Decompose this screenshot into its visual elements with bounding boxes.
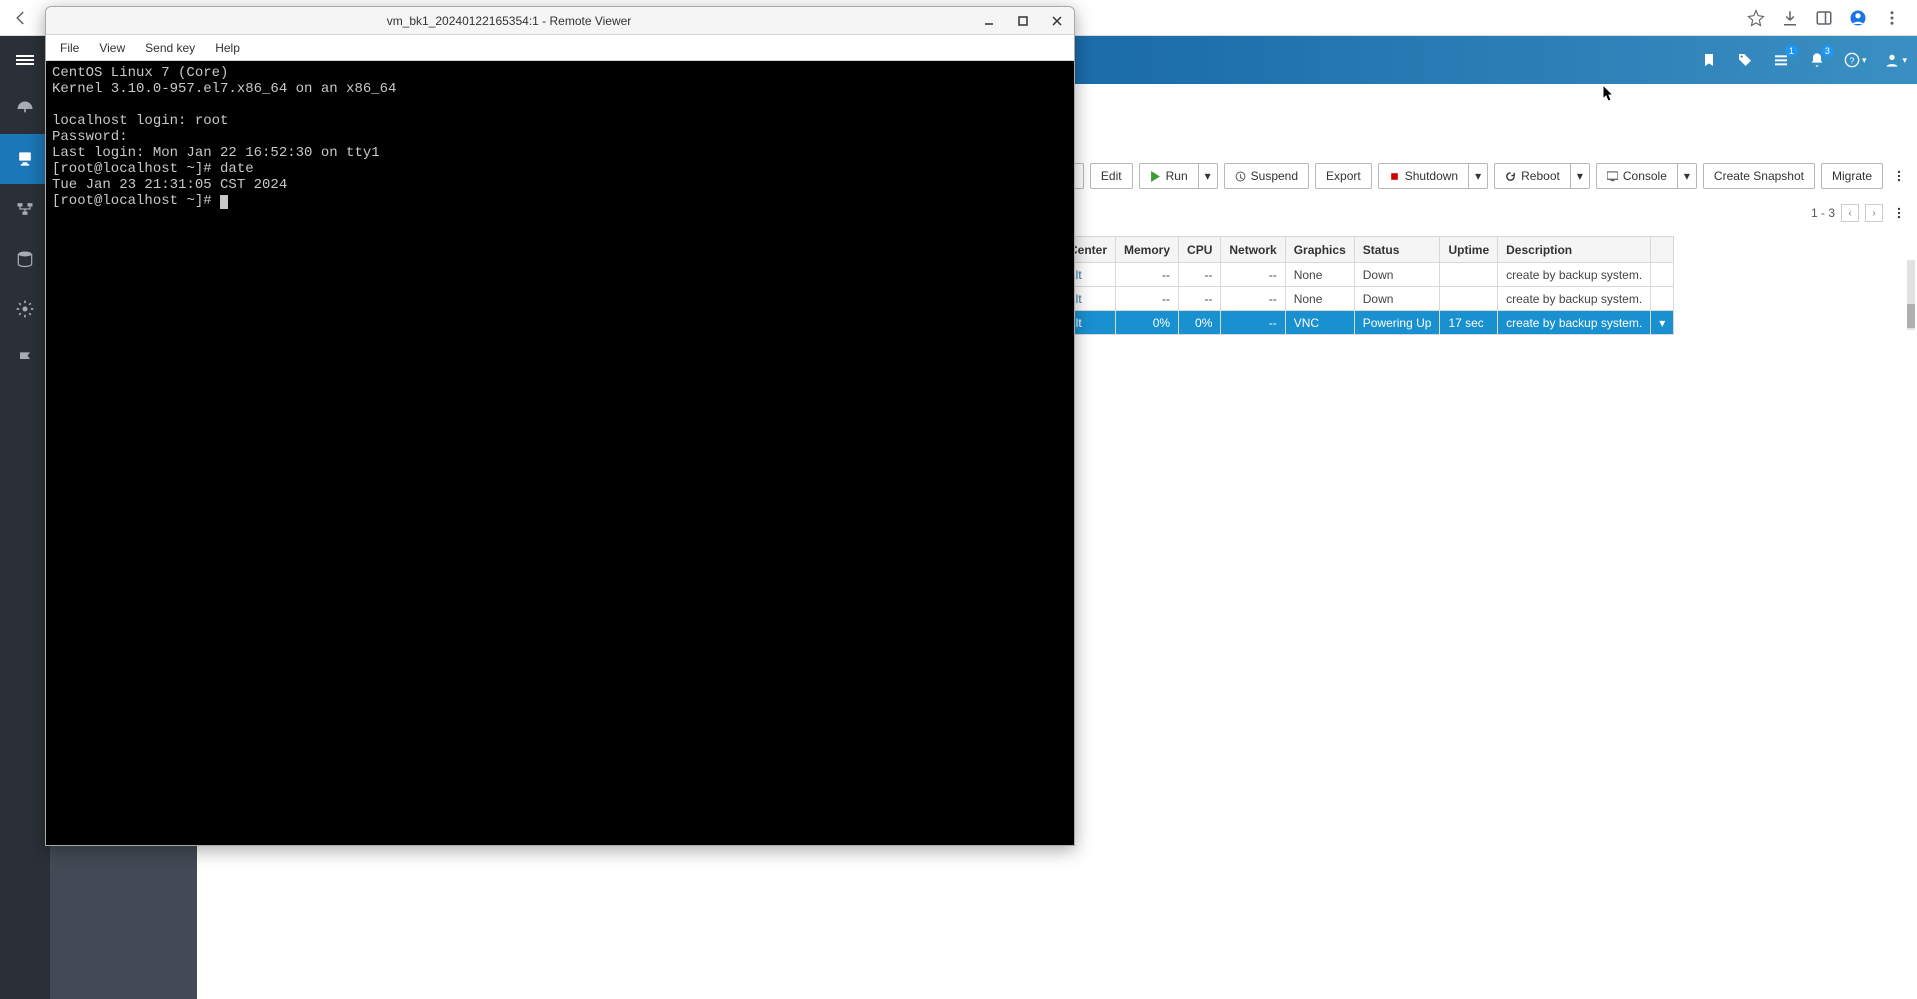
cell-description: create by backup system.: [1498, 287, 1651, 311]
window-titlebar[interactable]: vm_bk1_20240122165354:1 - Remote Viewer: [46, 7, 1074, 35]
table-vertical-scrollbar[interactable]: [1907, 260, 1915, 330]
menu-view[interactable]: View: [91, 38, 133, 58]
console-terminal[interactable]: CentOS Linux 7 (Core) Kernel 3.10.0-957.…: [46, 61, 1074, 845]
window-menu-bar: File View Send key Help: [46, 35, 1074, 61]
cell-description: create by backup system.: [1498, 311, 1651, 335]
cell-memory: --: [1116, 287, 1179, 311]
reboot-dropdown[interactable]: ▾: [1571, 163, 1590, 189]
bookmark-star-icon[interactable]: [1745, 7, 1767, 29]
migrate-button[interactable]: Migrate: [1821, 163, 1883, 189]
hamburger-menu-button[interactable]: [0, 36, 50, 84]
col-cpu[interactable]: CPU: [1179, 237, 1221, 263]
table-row[interactable]: ult0%0%--VNCPowering Up17 seccreate by b…: [1061, 311, 1674, 335]
cell-uptime: 17 sec: [1440, 311, 1498, 335]
edit-button[interactable]: Edit: [1090, 163, 1133, 189]
col-memory[interactable]: Memory: [1116, 237, 1179, 263]
console-button[interactable]: Console: [1596, 163, 1678, 189]
vm-toolbar: w Edit Run ▾ Suspend Export Shutdown ▾ R…: [1053, 158, 1909, 194]
table-row[interactable]: ult------NoneDowncreate by backup system…: [1061, 263, 1674, 287]
admin-gear-icon[interactable]: [0, 284, 50, 334]
window-maximize-button[interactable]: [1006, 8, 1040, 34]
run-button[interactable]: Run: [1139, 163, 1199, 189]
tag-icon[interactable]: [1736, 51, 1754, 69]
cell-memory: 0%: [1116, 311, 1179, 335]
shutdown-dropdown[interactable]: ▾: [1469, 163, 1488, 189]
notifications-badge: 3: [1821, 45, 1834, 57]
create-snapshot-button[interactable]: Create Snapshot: [1703, 163, 1815, 189]
table-row[interactable]: ult------NoneDowncreate by backup system…: [1061, 287, 1674, 311]
help-icon[interactable]: ?▾: [1844, 51, 1867, 69]
console-dropdown[interactable]: ▾: [1678, 163, 1697, 189]
notifications-bell-icon[interactable]: 3: [1808, 51, 1826, 69]
cell-network: --: [1221, 263, 1285, 287]
cell-cpu: --: [1179, 263, 1221, 287]
window-title: vm_bk1_20240122165354:1 - Remote Viewer: [46, 14, 972, 28]
user-menu-icon[interactable]: ▾: [1884, 51, 1907, 69]
bookmark-icon[interactable]: [1700, 51, 1718, 69]
menu-send-key[interactable]: Send key: [137, 38, 203, 58]
cell-graphics: None: [1285, 263, 1354, 287]
row-dropdown-icon[interactable]: ▾: [1651, 311, 1674, 335]
pager: 1 - 3 ‹ ›: [1811, 200, 1909, 226]
col-status[interactable]: Status: [1354, 237, 1440, 263]
ovirt-sidebar: [0, 36, 50, 999]
svg-text:?: ?: [1850, 55, 1855, 65]
suspend-button[interactable]: Suspend: [1224, 163, 1309, 189]
export-button[interactable]: Export: [1315, 163, 1372, 189]
table-header-row: Center Memory CPU Network Graphics Statu…: [1061, 237, 1674, 263]
reboot-button[interactable]: Reboot: [1494, 163, 1571, 189]
pager-prev-button[interactable]: ‹: [1841, 204, 1859, 222]
compute-icon[interactable]: [0, 134, 50, 184]
row-dropdown-icon[interactable]: [1651, 263, 1674, 287]
col-network[interactable]: Network: [1221, 237, 1285, 263]
menu-file[interactable]: File: [52, 38, 87, 58]
toolbar-more-icon[interactable]: [1889, 163, 1909, 189]
col-description[interactable]: Description: [1498, 237, 1651, 263]
vm-table: Center Memory CPU Network Graphics Statu…: [1060, 236, 1674, 335]
cell-status: Down: [1354, 287, 1440, 311]
window-minimize-button[interactable]: [972, 8, 1006, 34]
more-icon[interactable]: [1881, 7, 1903, 29]
cell-status: Down: [1354, 263, 1440, 287]
browser-back-button[interactable]: [10, 7, 32, 29]
menu-help[interactable]: Help: [207, 38, 248, 58]
pager-more-icon[interactable]: [1889, 200, 1909, 226]
col-graphics[interactable]: Graphics: [1285, 237, 1354, 263]
cell-graphics: None: [1285, 287, 1354, 311]
cell-status: Powering Up: [1354, 311, 1440, 335]
cell-uptime: [1440, 263, 1498, 287]
cell-network: --: [1221, 287, 1285, 311]
row-dropdown-icon[interactable]: [1651, 287, 1674, 311]
cell-cpu: 0%: [1179, 311, 1221, 335]
storage-icon[interactable]: [0, 234, 50, 284]
tasks-icon[interactable]: 1: [1772, 51, 1790, 69]
profile-avatar-icon[interactable]: [1847, 7, 1869, 29]
dashboard-icon[interactable]: [0, 84, 50, 134]
col-uptime[interactable]: Uptime: [1440, 237, 1498, 263]
cell-graphics: VNC: [1285, 311, 1354, 335]
run-dropdown[interactable]: ▾: [1199, 163, 1218, 189]
mouse-cursor-icon: [1602, 84, 1616, 107]
cell-description: create by backup system.: [1498, 263, 1651, 287]
window-close-button[interactable]: [1040, 8, 1074, 34]
cell-cpu: --: [1179, 287, 1221, 311]
network-icon[interactable]: [0, 184, 50, 234]
cell-network: --: [1221, 311, 1285, 335]
cell-uptime: [1440, 287, 1498, 311]
pager-next-button[interactable]: ›: [1865, 204, 1883, 222]
events-flag-icon[interactable]: [0, 334, 50, 384]
cell-memory: --: [1116, 263, 1179, 287]
pager-label: 1 - 3: [1811, 206, 1835, 220]
sidebar-expanded-panel: [50, 840, 197, 999]
remote-viewer-window: vm_bk1_20240122165354:1 - Remote Viewer …: [45, 6, 1075, 846]
tasks-badge: 1: [1785, 45, 1798, 57]
shutdown-button[interactable]: Shutdown: [1378, 163, 1469, 189]
side-panel-icon[interactable]: [1813, 7, 1835, 29]
download-icon[interactable]: [1779, 7, 1801, 29]
